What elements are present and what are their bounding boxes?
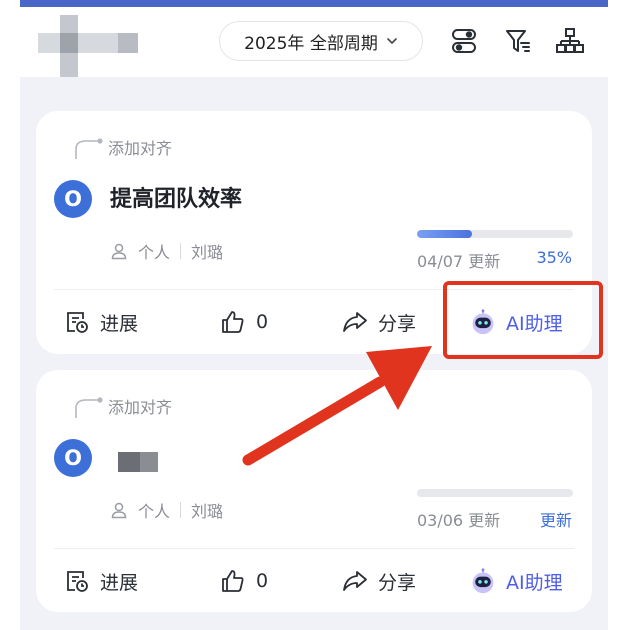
chevron-down-icon <box>387 38 397 45</box>
user-icon <box>111 502 127 519</box>
progress-bar <box>417 489 573 497</box>
update-link[interactable]: 更新 <box>540 507 572 531</box>
progress-percent: 35% <box>536 248 572 267</box>
header: 2025年 全部周期 <box>20 7 608 77</box>
progress-doc-icon <box>67 571 88 592</box>
user-icon <box>111 243 127 260</box>
owner-name: 刘璐 <box>191 502 224 521</box>
align-curve-icon <box>75 397 103 418</box>
progress-fill <box>417 230 472 238</box>
progress-doc-icon <box>67 312 88 333</box>
filter-icon[interactable] <box>504 27 532 55</box>
scope-label: 个人 <box>138 243 171 262</box>
add-alignment-label: 添加对齐 <box>108 139 173 158</box>
share-button[interactable]: 分享 <box>342 291 416 353</box>
objective-card[interactable]: 添加对齐 O 个人 刘璐 03/06 更新 更新 进展 0 分享 AI助理 <box>36 370 592 612</box>
add-alignment-label: 添加对齐 <box>108 398 173 417</box>
updated-date: 03/06 更新 <box>417 511 501 530</box>
toggle-icon[interactable] <box>450 27 478 55</box>
objective-meta: 个人 刘璐 <box>110 498 223 522</box>
card-actions: 进展 0 分享 AI助理 <box>36 550 592 612</box>
progress-label: 进展 <box>100 571 139 594</box>
like-button[interactable]: 0 <box>220 550 268 612</box>
ai-assistant-button[interactable]: AI助理 <box>470 550 563 612</box>
owner-name: 刘璐 <box>191 243 224 262</box>
progress-label: 进展 <box>100 312 139 335</box>
objective-badge: O <box>54 439 92 477</box>
top-accent-bar <box>20 0 608 7</box>
robot-icon <box>472 568 494 594</box>
share-label: 分享 <box>378 312 417 335</box>
like-button[interactable]: 0 <box>220 291 268 353</box>
thumbs-up-icon <box>222 570 244 592</box>
meta-separator <box>180 243 182 259</box>
blurred-objective-title[interactable] <box>118 452 158 472</box>
card-divider <box>54 548 574 549</box>
add-alignment[interactable]: 添加对齐 <box>72 386 173 418</box>
period-label: 2025年 全部周期 <box>244 33 378 54</box>
thumbs-up-icon <box>222 311 244 333</box>
like-count: 0 <box>256 311 269 333</box>
scope-label: 个人 <box>138 502 171 521</box>
share-icon <box>343 571 367 591</box>
progress-button[interactable]: 进展 <box>64 291 138 353</box>
share-button[interactable]: 分享 <box>342 550 416 612</box>
period-selector[interactable]: 2025年 全部周期 <box>219 21 423 61</box>
org-chart-icon[interactable] <box>556 27 584 55</box>
objective-badge: O <box>54 180 92 218</box>
blurred-logo <box>38 15 138 77</box>
objective-meta: 个人 刘璐 <box>110 239 223 263</box>
progress-button[interactable]: 进展 <box>64 550 138 612</box>
add-alignment[interactable]: 添加对齐 <box>72 127 173 159</box>
ai-assistant-label: AI助理 <box>506 571 563 594</box>
updated-date: 04/07 更新 <box>417 252 501 271</box>
share-icon <box>343 312 367 332</box>
meta-separator <box>180 502 182 518</box>
objective-title[interactable]: 提高团队效率 <box>110 181 242 213</box>
progress-bar <box>417 230 573 238</box>
share-label: 分享 <box>378 571 417 594</box>
like-count: 0 <box>256 570 269 592</box>
align-curve-icon <box>75 138 103 159</box>
annotation-highlight-box <box>443 281 603 359</box>
